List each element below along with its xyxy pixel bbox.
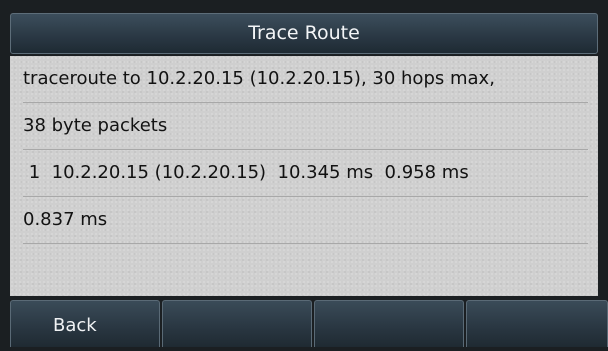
output-line: traceroute to 10.2.20.15 (10.2.20.15), 3…: [23, 56, 588, 103]
phone-screen: Trace Route traceroute to 10.2.20.15 (10…: [0, 0, 608, 347]
softkey-4[interactable]: [466, 300, 608, 347]
output-line: 0.837 ms: [23, 197, 588, 244]
back-softkey-label: Back: [53, 315, 97, 336]
page-title: Trace Route: [10, 13, 598, 54]
output-line: 1 10.2.20.15 (10.2.20.15) 10.345 ms 0.95…: [23, 150, 588, 197]
softkey-2[interactable]: [162, 300, 312, 347]
traceroute-output: traceroute to 10.2.20.15 (10.2.20.15), 3…: [10, 56, 598, 296]
output-line: 38 byte packets: [23, 103, 588, 150]
softkey-bar: Back: [10, 300, 608, 347]
back-softkey[interactable]: Back: [10, 300, 160, 347]
softkey-3[interactable]: [314, 300, 464, 347]
